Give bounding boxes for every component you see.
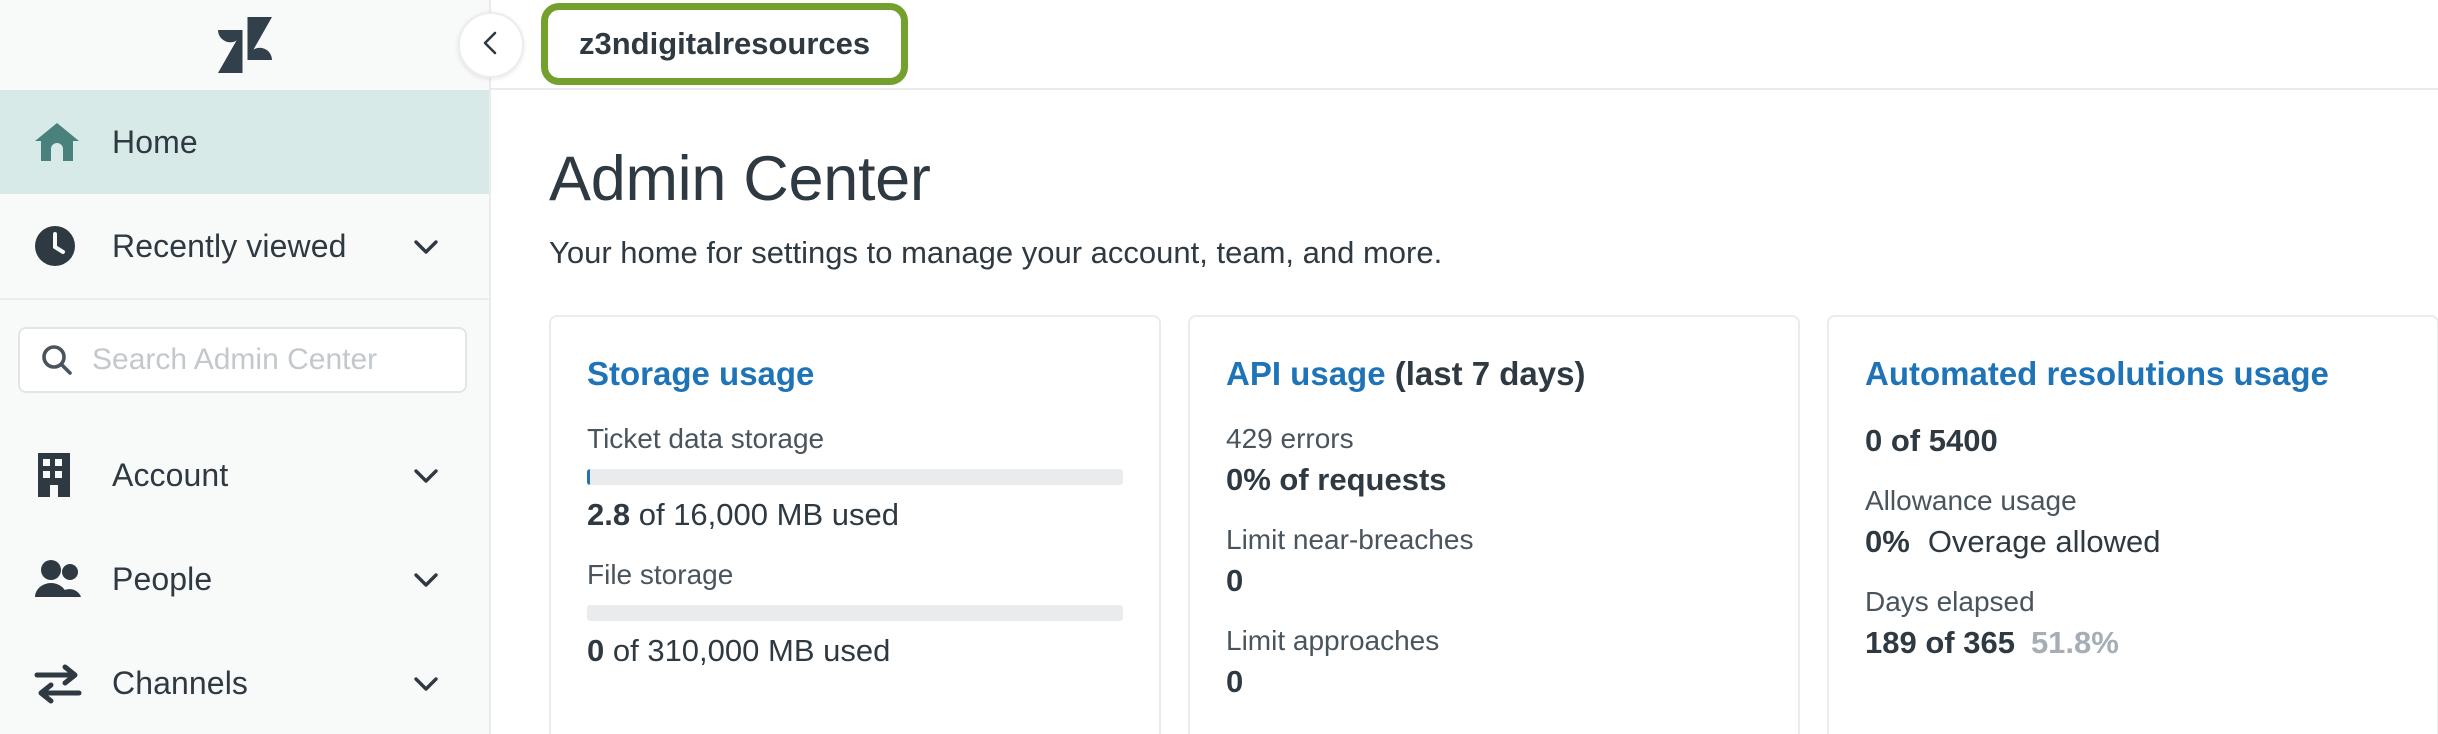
automated-total-value: 0 of 5400	[1865, 423, 2401, 459]
file-storage-total: of 310,000 MB used	[604, 633, 891, 668]
search-container	[0, 300, 489, 423]
sidebar-item-label: People	[112, 560, 213, 597]
search-box[interactable]	[18, 327, 467, 393]
api-errors-percent: 0% of requests	[1226, 462, 1447, 497]
sidebar: Home Recently viewed Search Admin Center…	[0, 0, 491, 734]
clock-icon	[34, 225, 86, 267]
account-name-highlight: z3ndigitalresources	[541, 3, 909, 85]
sidebar-item-label: Channels	[112, 664, 249, 701]
page-content: Admin Center Your home for settings to m…	[491, 90, 2438, 734]
sidebar-item-account[interactable]: Account	[0, 423, 489, 527]
card-title-row: Automated resolutions usage	[1865, 355, 2401, 393]
api-usage-period: (last 7 days)	[1385, 355, 1586, 392]
days-elapsed-count: 189 of 365	[1865, 625, 2015, 660]
ticket-storage-progress	[587, 469, 1123, 485]
page-title: Admin Center	[549, 144, 931, 214]
sidebar-item-people[interactable]: People	[0, 527, 489, 631]
sidebar-item-recently-viewed[interactable]: Recently viewed	[0, 194, 489, 298]
file-storage-used: 0	[587, 633, 605, 668]
logo-area	[0, 0, 489, 90]
sidebar-item-label: Home	[112, 123, 198, 160]
usage-cards: Storage usage Ticket data storage 2.8 of…	[549, 315, 2438, 734]
limit-approaches-value: 0	[1226, 664, 1762, 700]
account-name-chip[interactable]: z3ndigitalresources	[551, 13, 898, 75]
allowance-usage-label: Allowance usage	[1865, 485, 2077, 516]
chevron-down-icon[interactable]	[409, 562, 443, 596]
chevron-left-icon	[476, 28, 506, 63]
allowance-usage-value: 0% Overage allowed	[1865, 524, 2401, 560]
file-storage-progress	[587, 605, 1123, 621]
topbar: z3ndigitalresources	[458, 0, 2438, 90]
overage-allowed-note: Overage allowed	[1927, 524, 2161, 559]
automated-total: 0 of 5400	[1865, 423, 1998, 458]
channels-icon	[34, 662, 86, 704]
days-elapsed-value: 189 of 365 51.8%	[1865, 625, 2401, 661]
main-content: z3ndigitalresources Admin Center Your ho…	[458, 0, 2438, 734]
limit-near-breaches-count: 0	[1226, 563, 1244, 598]
sidebar-item-channels[interactable]: Channels	[0, 631, 489, 734]
sidebar-collapse-button[interactable]	[458, 12, 524, 78]
sidebar-item-label: Recently viewed	[112, 227, 347, 264]
ticket-storage-used: 2.8	[587, 497, 631, 532]
building-icon	[34, 453, 86, 497]
api-errors-label: 429 errors	[1226, 423, 1354, 454]
card-title-row: API usage (last 7 days)	[1226, 355, 1762, 393]
days-elapsed-percent: 51.8%	[2030, 625, 2119, 660]
automated-resolutions-link[interactable]: Automated resolutions usage	[1865, 355, 2329, 392]
search-icon	[40, 343, 74, 377]
limit-near-breaches-label: Limit near-breaches	[1226, 524, 1474, 555]
ticket-data-storage-label: Ticket data storage	[587, 423, 825, 454]
days-elapsed-label: Days elapsed	[1865, 586, 2035, 617]
ticket-storage-progress-fill	[587, 469, 590, 485]
chevron-down-icon[interactable]	[409, 458, 443, 492]
automated-resolutions-card: Automated resolutions usage 0 of 5400 Al…	[1827, 315, 2438, 734]
zendesk-logo[interactable]	[217, 17, 272, 73]
ticket-storage-total: of 16,000 MB used	[630, 497, 899, 532]
search-input[interactable]	[92, 343, 445, 377]
storage-usage-card: Storage usage Ticket data storage 2.8 of…	[549, 315, 1161, 734]
ticket-storage-value: 2.8 of 16,000 MB used	[587, 497, 1123, 533]
chevron-down-icon[interactable]	[409, 229, 443, 263]
limit-approaches-count: 0	[1226, 664, 1244, 699]
api-usage-card: API usage (last 7 days) 429 errors 0% of…	[1188, 315, 1800, 734]
admin-center-app: Home Recently viewed Search Admin Center…	[0, 0, 2438, 734]
people-icon	[34, 559, 86, 599]
limit-near-breaches-value: 0	[1226, 563, 1762, 599]
allowance-percent: 0%	[1865, 524, 1910, 559]
sidebar-item-home[interactable]: Home	[0, 90, 489, 194]
chevron-down-icon[interactable]	[409, 666, 443, 700]
home-icon	[34, 121, 86, 163]
api-errors-value: 0% of requests	[1226, 462, 1762, 498]
storage-usage-link[interactable]: Storage usage	[587, 355, 814, 392]
limit-approaches-label: Limit approaches	[1226, 625, 1440, 656]
file-storage-label: File storage	[587, 559, 734, 590]
file-storage-value: 0 of 310,000 MB used	[587, 633, 1123, 669]
page-subtitle: Your home for settings to manage your ac…	[549, 235, 1443, 270]
card-title-row: Storage usage	[587, 355, 1123, 393]
sidebar-item-label: Account	[112, 456, 229, 493]
api-usage-link[interactable]: API usage	[1226, 355, 1386, 392]
